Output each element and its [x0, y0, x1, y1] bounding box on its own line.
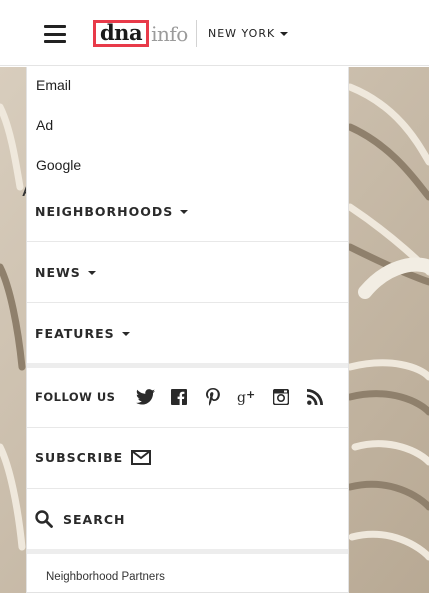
- subscribe-link[interactable]: SUBSCRIBE: [35, 450, 152, 465]
- nav-menu-panel: Email Ad Google NEIGHBORHOODS NEWS FEATU…: [26, 67, 349, 593]
- google-plus-icon[interactable]: g +: [237, 387, 257, 407]
- follow-us-label: FOLLOW US: [35, 390, 116, 404]
- search-icon: [35, 510, 53, 528]
- facebook-icon[interactable]: [169, 387, 189, 407]
- share-email-link[interactable]: Email: [36, 77, 71, 93]
- envelope-icon: [131, 450, 152, 465]
- caret-down-icon: [280, 31, 289, 36]
- menu-divider: [27, 488, 348, 489]
- rss-icon[interactable]: [305, 387, 325, 407]
- site-header: dna info NEW YORK: [0, 0, 429, 66]
- follow-us-row: FOLLOW US g +: [35, 387, 339, 407]
- menu-features[interactable]: FEATURES: [35, 326, 130, 341]
- share-ad-link[interactable]: Ad: [36, 117, 53, 133]
- menu-divider: [27, 241, 348, 242]
- city-selector[interactable]: NEW YORK: [208, 27, 289, 40]
- menu-neighborhoods[interactable]: NEIGHBORHOODS: [35, 204, 189, 219]
- logo-secondary: info: [151, 21, 188, 46]
- menu-neighborhoods-label: NEIGHBORHOODS: [35, 204, 174, 219]
- caret-down-icon: [121, 331, 130, 336]
- svg-text:+: +: [246, 389, 255, 401]
- svg-text:g: g: [237, 390, 246, 405]
- share-google-link[interactable]: Google: [36, 157, 81, 173]
- menu-divider: [27, 427, 348, 428]
- menu-section-divider: [27, 363, 348, 368]
- subscribe-label: SUBSCRIBE: [35, 450, 124, 465]
- logo-primary: dna: [93, 20, 150, 47]
- pinterest-icon[interactable]: [203, 387, 223, 407]
- menu-features-label: FEATURES: [35, 326, 115, 341]
- city-label: NEW YORK: [208, 27, 276, 40]
- menu-news-label: NEWS: [35, 265, 81, 280]
- menu-section-divider: [27, 549, 348, 554]
- neighborhood-partners-heading: Neighborhood Partners: [46, 571, 165, 583]
- hamburger-icon[interactable]: [44, 25, 66, 43]
- menu-divider: [27, 302, 348, 303]
- caret-down-icon: [180, 209, 189, 214]
- caret-down-icon: [87, 270, 96, 275]
- menu-news[interactable]: NEWS: [35, 265, 96, 280]
- search-label: SEARCH: [63, 511, 126, 527]
- site-logo[interactable]: dna info: [93, 20, 188, 47]
- twitter-icon[interactable]: [135, 387, 155, 407]
- instagram-icon[interactable]: [271, 387, 291, 407]
- header-divider: [196, 20, 197, 47]
- search-link[interactable]: SEARCH: [35, 510, 125, 528]
